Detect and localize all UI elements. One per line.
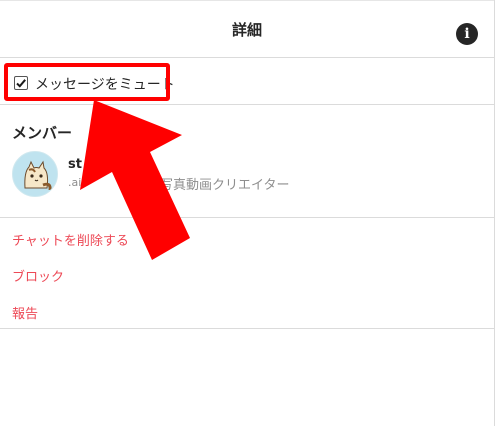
member-bio: 写真動画クリエイター — [160, 178, 290, 193]
annotation-highlight-box — [4, 63, 170, 101]
members-section-title: メンバー — [12, 124, 73, 142]
info-icon[interactable]: i — [456, 23, 478, 45]
member-handle: .ai — [68, 176, 82, 189]
page-title: 詳細 — [231, 21, 262, 39]
details-panel: 詳細 i メッセージをミュート メンバー st .ai 写真動画クリエイター チ… — [0, 0, 495, 426]
report-button[interactable]: 報告 — [12, 303, 38, 322]
divider — [0, 217, 494, 218]
cat-avatar-icon — [13, 152, 57, 196]
avatar[interactable] — [12, 151, 58, 197]
delete-chat-button[interactable]: チャットを削除する — [12, 230, 129, 249]
block-button[interactable]: ブロック — [12, 266, 64, 285]
member-name[interactable]: st — [68, 157, 82, 172]
details-header: 詳細 i — [0, 0, 494, 58]
divider — [0, 328, 494, 329]
